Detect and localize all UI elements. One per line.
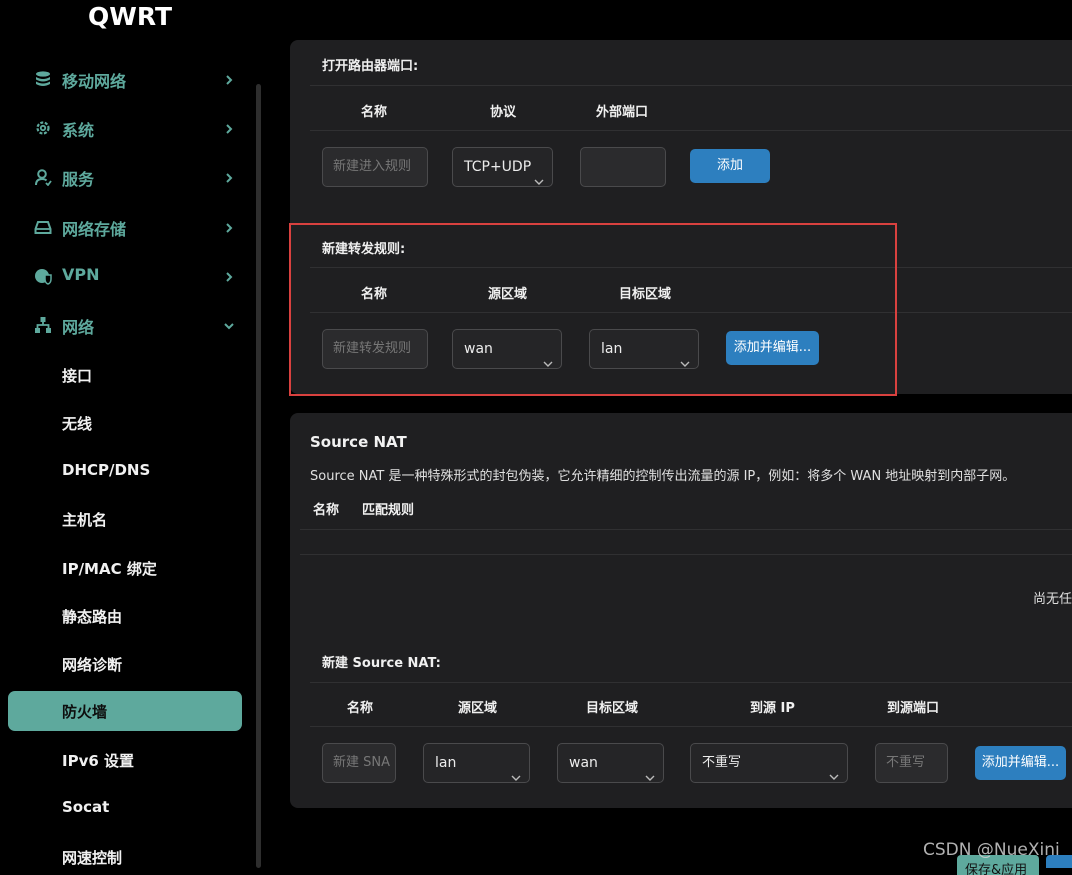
snat-to-source-ip-select[interactable]: 不重写 (690, 743, 848, 783)
port-rule-name-input[interactable]: 新建进入规则 (322, 147, 428, 187)
sidebar-item-label: 网络存储 (62, 220, 127, 239)
chevron-down-icon (829, 759, 839, 780)
snat-source-zone-value: lan (435, 755, 457, 771)
sidebar-item-network[interactable]: 网络 (34, 310, 244, 340)
snat-to-source-ip-value: 不重写 (702, 755, 742, 770)
sidebar-item-network-storage[interactable]: 网络存储 (34, 212, 244, 242)
column-header-to-source-ip: 到源 IP (750, 701, 795, 716)
snat-to-source-port-input[interactable]: 不重写 (875, 743, 948, 783)
chevron-right-icon (224, 270, 234, 282)
globe-shield-icon (34, 267, 52, 285)
protocol-select[interactable]: TCP+UDP (452, 147, 553, 187)
source-nat-description: Source NAT 是一种特殊形式的封包伪装，它允许精细的控制传出流量的源 I… (310, 469, 1016, 484)
sidebar-item-services[interactable]: 服务 (34, 162, 244, 192)
divider (310, 726, 1072, 727)
add-port-rule-button[interactable]: 添加 (690, 149, 770, 183)
chevron-down-icon (645, 759, 655, 781)
sidebar-subitem-firewall[interactable]: 防火墙 (8, 691, 242, 731)
divider (310, 682, 1072, 683)
snat-source-zone-select[interactable]: lan (423, 743, 530, 783)
save-apply-label: 保存&应用 (965, 863, 1028, 875)
chevron-right-icon (224, 171, 234, 183)
sidebar-item-label: 网络 (62, 318, 95, 337)
divider (310, 85, 1072, 86)
sidebar-item-label: VPN (62, 265, 100, 284)
external-port-input[interactable] (580, 147, 666, 187)
port-open-title: 打开路由器端口: (322, 59, 419, 74)
highlight-box (289, 223, 897, 396)
watermark: CSDN @NueXini (923, 840, 1060, 860)
snat-name-input[interactable]: 新建 SNA (322, 743, 396, 783)
chevron-right-icon (224, 122, 234, 134)
chevron-right-icon (224, 73, 234, 85)
add-edit-snat-button[interactable]: 添加并编辑... (975, 746, 1066, 780)
user-icon (34, 168, 52, 187)
sidebar-item-vpn[interactable]: VPN (34, 261, 244, 291)
divider (300, 554, 1072, 555)
column-header-external-port: 外部端口 (596, 105, 649, 120)
protocol-select-value: TCP+UDP (464, 159, 532, 175)
column-header-name: 名称 (347, 701, 374, 716)
new-source-nat-title: 新建 Source NAT: (322, 656, 441, 671)
column-header-dest-zone: 目标区域 (586, 701, 639, 716)
divider (310, 130, 1072, 131)
snat-dest-zone-value: wan (569, 755, 598, 771)
sidebar-item-mobile-network[interactable]: 移动网络 (34, 64, 244, 94)
column-header-name: 名称 (313, 503, 340, 518)
chevron-down-icon (534, 163, 544, 185)
source-nat-title: Source NAT (310, 433, 407, 451)
column-header-to-source-port: 到源端口 (887, 701, 940, 716)
column-header-source-zone: 源区域 (458, 701, 498, 716)
snat-dest-zone-select[interactable]: wan (557, 743, 664, 783)
sidebar-item-label: 移动网络 (62, 72, 127, 91)
sidebar-item-label: 系统 (62, 121, 95, 140)
sidebar-item-label: 服务 (62, 170, 95, 189)
network-icon (34, 316, 52, 334)
database-icon (34, 70, 52, 88)
divider (300, 529, 1072, 530)
sidebar-scrollbar[interactable] (256, 84, 261, 868)
sidebar-item-system[interactable]: 系统 (34, 113, 244, 143)
chevron-down-icon (511, 759, 521, 781)
gear-icon (34, 119, 52, 137)
column-header-protocol: 协议 (490, 105, 517, 120)
column-header-name: 名称 (361, 105, 388, 120)
empty-table-message: 尚无任 (1033, 592, 1072, 607)
app-logo: QWRT (88, 2, 173, 31)
chevron-right-icon (224, 221, 234, 233)
drive-icon (34, 218, 52, 236)
chevron-down-icon (224, 319, 234, 330)
column-header-match-rule: 匹配规则 (362, 503, 415, 518)
